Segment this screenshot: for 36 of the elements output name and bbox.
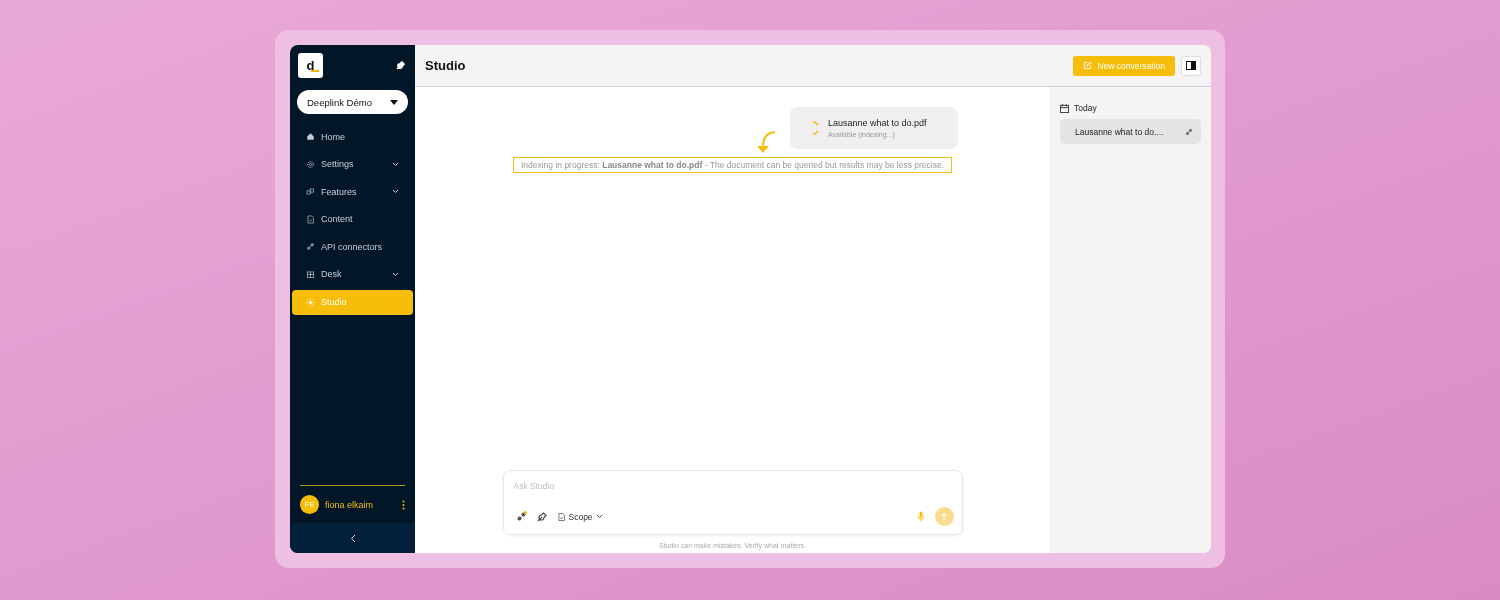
sun-icon: [306, 297, 315, 307]
edit-icon: [1083, 61, 1093, 70]
more-icon[interactable]: [402, 499, 405, 510]
scope-dropdown[interactable]: Scope: [556, 511, 603, 522]
panel-icon: [1186, 61, 1196, 70]
logo: d: [298, 53, 323, 78]
sidebar-item[interactable]: API connectors: [292, 234, 413, 260]
home-icon: [306, 132, 315, 141]
sidebar-item[interactable]: Content: [292, 206, 413, 232]
sidebar-item[interactable]: Settings: [292, 151, 413, 177]
gear-icon: [306, 159, 315, 169]
doc-icon: [556, 511, 566, 522]
link-icon: [1185, 127, 1193, 136]
collapse-icon[interactable]: [349, 533, 356, 543]
ask-field[interactable]: Ask Studio Scope: [502, 470, 963, 535]
user-name: fiona elkaim: [325, 499, 375, 510]
indexing-notice: Indexing in progress: Lausanne what to do.pdf - The document can be queried but results may be less precise.: [512, 157, 953, 173]
chevron-icon: [595, 514, 603, 519]
sidebar-item[interactable]: Desk: [292, 261, 413, 287]
sidebar-item[interactable]: Features: [292, 179, 413, 205]
calendar-icon: [1060, 103, 1069, 113]
group-label: Today: [1074, 103, 1097, 113]
desk-icon: [306, 269, 315, 279]
conversation-item[interactable]: Lausanne what to do....: [1060, 119, 1201, 144]
workspace-dropdown[interactable]: Deeplink Démo: [297, 90, 408, 114]
sidebar-item[interactable]: Home: [292, 124, 413, 149]
doc-icon: [306, 214, 315, 224]
page-title: Studio: [425, 58, 467, 73]
file-name: Lausanne what to do.pdf: [828, 118, 927, 128]
spinner-icon: [812, 121, 818, 135]
features-icon: [306, 187, 315, 197]
arrow-up-icon: [940, 512, 948, 521]
link-icon: [306, 242, 315, 252]
link-icon[interactable]: [515, 511, 527, 522]
panel-toggle-button[interactable]: [1181, 55, 1201, 76]
caret-icon: [390, 99, 398, 105]
